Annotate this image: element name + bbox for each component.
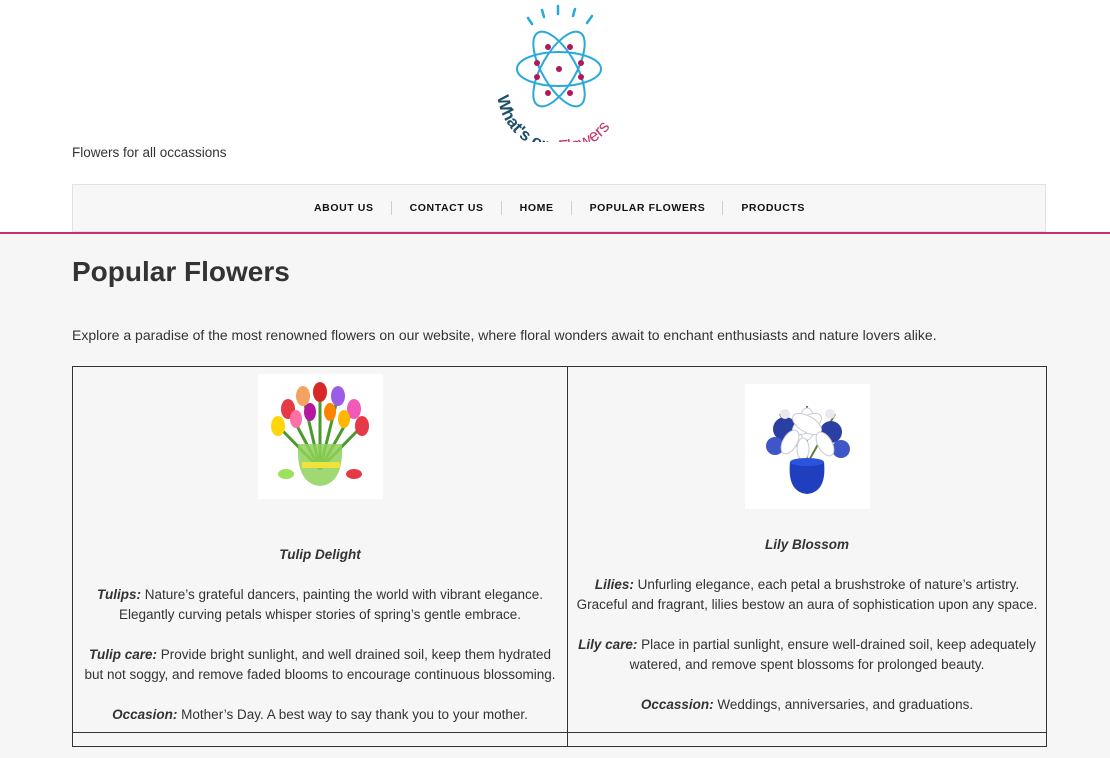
page-title: Popular Flowers (72, 256, 290, 287)
flower-description: Lilies: Unfurling elegance, each petal a… (574, 575, 1040, 615)
care-label: Lily care: (578, 637, 638, 652)
main-nav: ABOUT US CONTACT US HOME POPULAR FLOWERS… (72, 184, 1046, 232)
occasion-label: Occasion: (112, 707, 178, 722)
nav-home[interactable]: HOME (502, 201, 572, 215)
logo-text-what: What's on (495, 93, 553, 142)
site-logo[interactable]: What's on Flowers (493, 2, 630, 156)
description-label: Lilies: (594, 577, 634, 592)
flower-logo-icon: What's on Flowers (493, 4, 614, 156)
nav-about-us[interactable]: ABOUT US (296, 201, 392, 215)
description-label: Tulips: (97, 587, 142, 602)
header-divider (0, 232, 1110, 234)
flower-description: Tulips: Nature’s grateful dancers, paint… (79, 585, 561, 625)
flower-occasion: Occassion: Weddings, anniversaries, and … (574, 695, 1040, 715)
flower-card-lily: Lily Blossom Lilies: Unfurling elegance,… (568, 367, 1046, 732)
nav-popular-flowers[interactable]: POPULAR FLOWERS (572, 201, 724, 215)
page-intro: Explore a paradise of the most renowned … (72, 327, 937, 343)
description-text: Nature’s grateful dancers, painting the … (119, 587, 543, 622)
table-empty-row (73, 732, 1046, 747)
flower-name: Lily Blossom (764, 537, 850, 552)
care-label: Tulip care: (88, 647, 158, 662)
care-text: Place in partial sunlight, ensure well-d… (629, 637, 1036, 672)
flower-name: Tulip Delight (279, 547, 361, 562)
table-cell-divider (567, 733, 568, 747)
lily-bouquet-image (745, 384, 870, 509)
occasion-label: Occassion: (640, 697, 714, 712)
flower-care: Tulip care: Provide bright sunlight, and… (79, 645, 561, 685)
occasion-text: Weddings, anniversaries, and graduations… (713, 697, 974, 712)
nav-contact-us[interactable]: CONTACT US (392, 201, 502, 215)
site-tagline: Flowers for all occassions (72, 145, 227, 160)
tulip-bouquet-image (258, 374, 383, 499)
site-header: What's on Flowers Flowers for all occass… (0, 0, 1110, 233)
occasion-text: Mother’s Day. A best way to say thank yo… (177, 707, 528, 722)
flower-care: Lily care: Place in partial sunlight, en… (574, 635, 1040, 675)
flowers-table: Tulip Delight Tulips: Nature’s grateful … (72, 366, 1047, 747)
description-text: Unfurling elegance, each petal a brushst… (576, 577, 1038, 612)
flower-card-tulip: Tulip Delight Tulips: Nature’s grateful … (73, 367, 568, 732)
nav-products[interactable]: PRODUCTS (723, 201, 822, 215)
flower-occasion: Occasion: Mother’s Day. A best way to sa… (79, 705, 561, 725)
logo-text-flowers: Flowers (558, 117, 614, 142)
